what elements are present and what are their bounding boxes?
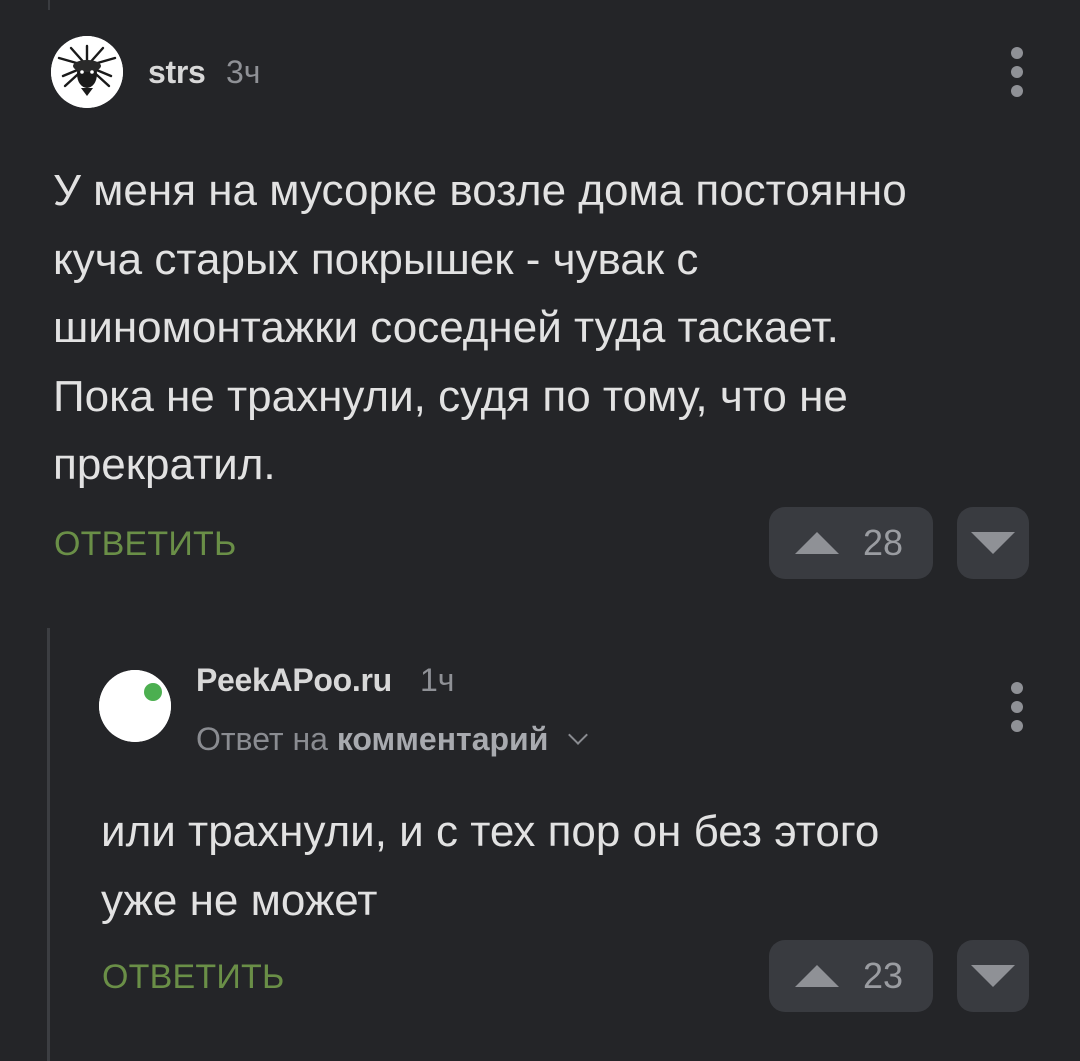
reply-button[interactable]: ОТВЕТИТЬ xyxy=(102,958,284,997)
upvote-button[interactable]: 23 xyxy=(769,940,933,1012)
avatar[interactable] xyxy=(99,670,171,742)
chevron-down-icon[interactable] xyxy=(568,725,589,745)
downvote-button[interactable] xyxy=(957,940,1029,1012)
avatar-image xyxy=(99,670,171,742)
comment-reply: PeekAPoo.ru 1ч Ответ на комментарий или … xyxy=(0,0,1080,1061)
more-vertical-icon[interactable] xyxy=(1005,682,1029,732)
comment-text: или трахнули, и с тех пор он без этого у… xyxy=(101,807,880,925)
triangle-up-icon xyxy=(795,965,839,987)
online-indicator xyxy=(144,683,162,701)
reply-to-prefix: Ответ на xyxy=(196,721,328,757)
comment-time: 1ч xyxy=(420,662,455,698)
vote-count: 23 xyxy=(863,955,904,996)
reply-to-link[interactable]: Ответ на комментарий xyxy=(196,721,589,758)
triangle-down-icon xyxy=(971,965,1015,987)
reply-to-target[interactable]: комментарий xyxy=(337,721,549,757)
author-name[interactable]: PeekAPoo.ru xyxy=(196,662,392,699)
